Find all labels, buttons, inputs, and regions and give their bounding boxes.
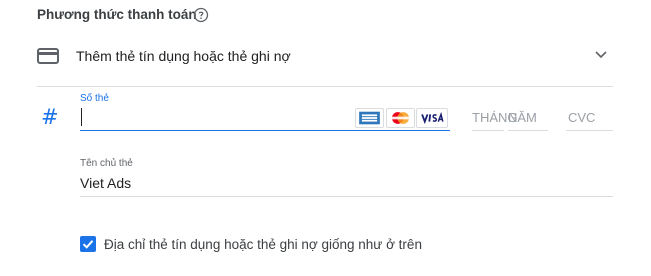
section-divider <box>37 86 613 87</box>
hash-icon: # <box>41 105 59 129</box>
cardholder-label: Tên chủ thẻ <box>80 158 133 169</box>
card-number-input[interactable] <box>80 106 350 128</box>
expiry-month-underline <box>472 130 504 131</box>
card-number-underline <box>80 130 450 131</box>
payment-method-selector[interactable]: Thêm thẻ tín dụng hoặc thẻ ghi nợ <box>76 48 291 64</box>
expiry-year-input[interactable]: NĂM <box>508 110 537 125</box>
page-title: Phương thức thanh toán <box>37 7 197 22</box>
credit-card-icon <box>37 48 59 64</box>
cvc-underline <box>566 130 613 131</box>
amex-logo-icon <box>355 108 384 128</box>
cardholder-input[interactable]: Viet Ads <box>80 175 131 191</box>
billing-same-checkbox[interactable] <box>80 236 96 252</box>
cardholder-underline <box>80 196 613 197</box>
help-circle-icon[interactable] <box>193 7 209 23</box>
card-number-label: Số thẻ <box>80 93 109 104</box>
visa-logo-icon <box>416 108 448 128</box>
billing-same-label[interactable]: Địa chỉ thẻ tín dụng hoặc thẻ ghi nợ giố… <box>104 237 422 252</box>
mastercard-logo-icon <box>386 108 415 128</box>
expiry-year-underline <box>508 130 548 131</box>
chevron-down-icon[interactable] <box>594 50 608 60</box>
text-caret <box>81 108 82 126</box>
cvc-input[interactable]: CVC <box>568 110 595 125</box>
